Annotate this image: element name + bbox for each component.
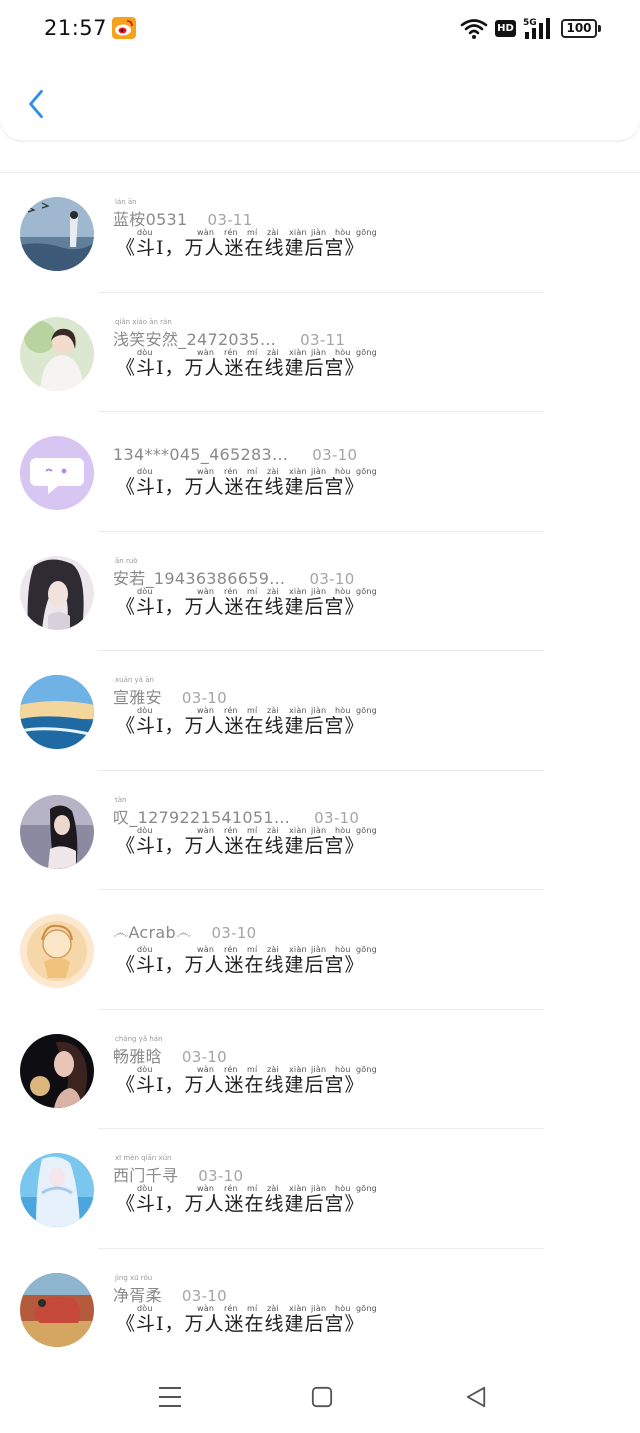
comment-text[interactable]: 《斗I，万人迷在线建后宫》: [116, 353, 365, 380]
comment-item[interactable]: tàn 叹_1279221541051… 03-10 dòu wàn rén mí zài xi…: [0, 771, 640, 890]
comment-date: 03-11: [207, 211, 253, 229]
comment-meta: 叹_1279221541051… 03-10: [113, 804, 360, 828]
avatar[interactable]: [20, 1033, 94, 1108]
username-pinyin: ān ruò: [115, 556, 138, 565]
nav-back-button[interactable]: [456, 1380, 496, 1414]
comment-date: 03-10: [181, 1047, 227, 1066]
status-time: 21:57: [44, 16, 108, 40]
username[interactable]: 安若_19436386659…: [113, 565, 285, 589]
comment-date: 03-10: [312, 446, 358, 464]
username-pinyin: xī mén qiān xún: [115, 1154, 172, 1162]
battery-level: 100: [561, 19, 597, 38]
comment-meta: 浅笑安然_2472035… 03-11: [113, 326, 346, 350]
back-triangle-icon: [466, 1386, 486, 1408]
username-pinyin: lán ān: [115, 198, 137, 206]
wifi-icon: [460, 18, 488, 40]
comment-text[interactable]: 《斗I，万人迷在线建后宫》: [116, 1070, 365, 1097]
comment-item[interactable]: qiǎn xiào ān rán 浅笑安然_2472035… 03-11 dòu wàn…: [0, 293, 640, 412]
battery-indicator: 100: [561, 19, 601, 38]
home-button[interactable]: [302, 1380, 342, 1414]
comment-text[interactable]: 《斗I，万人迷在线建后宫》: [116, 472, 365, 499]
avatar[interactable]: [20, 1153, 94, 1227]
comment-item[interactable]: lán ān 蓝桉0531 03-11 dòu wàn rén mí zài xiàn jiàn h…: [0, 173, 640, 293]
avatar[interactable]: [20, 436, 94, 510]
username[interactable]: 134***045_465283…: [113, 445, 288, 464]
avatar[interactable]: [20, 197, 94, 271]
comment-date: 03-10: [211, 924, 257, 942]
avatar[interactable]: [20, 316, 94, 391]
username-pinyin: qiǎn xiào ān rán: [115, 317, 172, 326]
username[interactable]: 蓝桉0531: [113, 206, 188, 230]
comment-item[interactable]: xī mén qiān xún 西门千寻 03-10 dòu wàn rén mí zài xi…: [0, 1129, 640, 1249]
username[interactable]: 浅笑安然_2472035…: [113, 326, 276, 350]
comment-item[interactable]: xuān yǎ ān 宣雅安 03-10 dòu wàn rén mí zài xiàn jiàn…: [0, 651, 640, 771]
comment-meta: 安若_19436386659… 03-10: [113, 565, 355, 589]
menu-button[interactable]: [150, 1380, 190, 1414]
comment-item[interactable]: chàng yǎ hán 畅雅晗 03-10 dòu wàn rén mí zài xiàn ji…: [0, 1010, 640, 1129]
back-button[interactable]: [18, 82, 54, 126]
comment-text[interactable]: 《斗I，万人迷在线建后宫》: [116, 831, 365, 858]
home-square-icon: [311, 1386, 333, 1408]
comment-meta: 西门千寻 03-10: [113, 1162, 244, 1186]
comment-meta: 134***045_465283… 03-10: [113, 445, 357, 467]
system-nav-bar: [0, 1360, 640, 1433]
username-pinyin: jìng xū róu: [115, 1273, 153, 1282]
comment-date: 03-10: [314, 808, 360, 827]
hd-badge: HD: [495, 20, 516, 37]
comment-date: 03-10: [181, 1286, 227, 1305]
comment-text[interactable]: 《斗I，万人迷在线建后宫》: [116, 1189, 365, 1216]
comment-text[interactable]: 《斗I，万人迷在线建后宫》: [116, 233, 365, 260]
avatar[interactable]: [20, 794, 94, 869]
chevron-left-icon: [29, 89, 43, 119]
comment-item[interactable]: 134***045_465283… 03-10 dòu wàn rén mí zài xiàn…: [0, 412, 640, 532]
comment-item[interactable]: ෴Acrab෴ 03-10 dòu wàn rén mí zài xiàn jiàn hòu gōn…: [0, 890, 640, 1010]
username[interactable]: 叹_1279221541051…: [113, 804, 290, 828]
username-pinyin: xuān yǎ ān: [115, 676, 154, 684]
avatar[interactable]: [20, 555, 94, 630]
comment-date: 03-10: [198, 1167, 244, 1185]
comment-text[interactable]: 《斗I，万人迷在线建后宫》: [116, 1309, 365, 1336]
avatar[interactable]: [20, 914, 94, 988]
comment-date: 03-10: [181, 689, 227, 707]
comment-meta: 蓝桉0531 03-11: [113, 206, 253, 230]
comment-date: 03-10: [309, 569, 355, 588]
username[interactable]: 西门千寻: [113, 1162, 178, 1186]
avatar[interactable]: [20, 1272, 94, 1347]
avatar[interactable]: [20, 675, 94, 749]
username-pinyin: tàn: [115, 795, 127, 804]
signal-icon: 5G: [523, 16, 553, 40]
status-bar: 21:57 HD 5G 100: [0, 0, 640, 58]
username[interactable]: ෴Acrab෴: [113, 923, 191, 943]
comment-meta: ෴Acrab෴ 03-10: [113, 923, 257, 945]
comment-text[interactable]: 《斗I，万人迷在线建后宫》: [116, 950, 365, 977]
comment-meta: 畅雅晗 03-10: [113, 1043, 227, 1067]
menu-icon: [159, 1387, 181, 1407]
comment-date: 03-11: [300, 330, 346, 349]
comment-item[interactable]: jìng xū róu 净胥柔 03-10 dòu wàn rén mí zài xiàn jià…: [0, 1249, 640, 1368]
comment-list: 《斗I，万人迷在线建后宫》lán ān蓝桉053103-11dòuwànrénm…: [0, 28, 640, 1368]
username[interactable]: 畅雅晗: [113, 1043, 162, 1067]
username-pinyin: chàng yǎ hán: [115, 1034, 163, 1043]
comment-text[interactable]: 《斗I，万人迷在线建后宫》: [116, 711, 365, 738]
comment-meta: 宣雅安 03-10: [113, 684, 227, 708]
top-header: 21:57 HD 5G 100: [0, 0, 640, 140]
network-label: 5G: [523, 18, 537, 28]
comment-text[interactable]: 《斗I，万人迷在线建后宫》: [116, 592, 365, 619]
username[interactable]: 净胥柔: [113, 1282, 162, 1306]
comment-item[interactable]: ān ruò 安若_19436386659… 03-10 dòu wàn rén mí zài…: [0, 532, 640, 651]
comment-meta: 净胥柔 03-10: [113, 1282, 227, 1306]
weibo-icon: [112, 17, 136, 39]
username[interactable]: 宣雅安: [113, 684, 162, 708]
